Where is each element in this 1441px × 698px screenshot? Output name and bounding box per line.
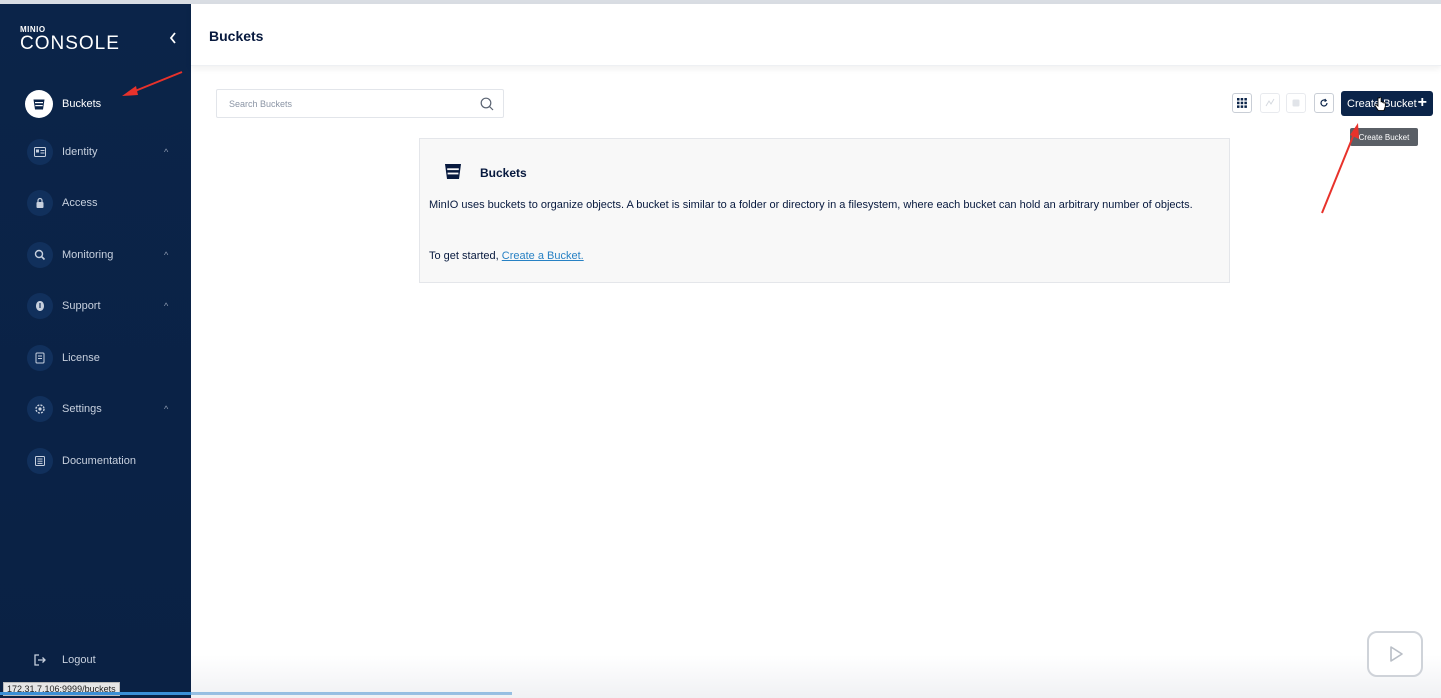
- create-bucket-tooltip: Create Bucket: [1350, 128, 1418, 146]
- help-get-started: To get started, Create a Bucket.: [429, 250, 584, 262]
- plus-icon: +: [1417, 94, 1427, 111]
- page-title: Buckets: [209, 28, 264, 44]
- create-bucket-link[interactable]: Create a Bucket.: [502, 250, 584, 262]
- search-box: [216, 89, 504, 118]
- create-bucket-button[interactable]: Create Bucket +: [1341, 91, 1433, 116]
- logo: MINIO CONSOLE: [20, 26, 120, 54]
- search-input[interactable]: [229, 96, 469, 112]
- sidebar-item-monitoring[interactable]: Monitoring ^: [0, 237, 191, 273]
- sidebar-item-label: Buckets: [62, 98, 102, 110]
- chevron-up-icon: ^: [164, 250, 169, 260]
- replication-icon: [1265, 98, 1275, 107]
- sidebar-item-support[interactable]: Support ^: [0, 288, 191, 324]
- refresh-icon: [1320, 98, 1328, 107]
- replication-button[interactable]: [1260, 93, 1280, 113]
- license-icon: [27, 345, 53, 371]
- bottom-fade: [191, 655, 1441, 698]
- sidebar-item-buckets[interactable]: Buckets: [0, 86, 191, 122]
- play-icon[interactable]: [1367, 631, 1423, 677]
- grid-icon: [1237, 98, 1247, 108]
- sidebar: MINIO CONSOLE Buckets Identity ^ Access …: [0, 4, 191, 698]
- buckets-help-box: Buckets MinIO uses buckets to organize o…: [419, 138, 1230, 283]
- sidebar-item-identity[interactable]: Identity ^: [0, 134, 191, 170]
- gear-icon: [27, 396, 53, 422]
- hand-cursor-icon: [1375, 97, 1386, 111]
- sidebar-item-access[interactable]: Access: [0, 185, 191, 221]
- bucket-icon: [25, 90, 53, 118]
- bucket-icon: [443, 161, 463, 181]
- sidebar-item-label: Monitoring: [62, 249, 114, 261]
- help-title: Buckets: [480, 166, 527, 180]
- support-icon: [27, 293, 53, 319]
- sidebar-item-label: Identity: [62, 146, 98, 158]
- chevron-up-icon: ^: [164, 404, 169, 414]
- refresh-button[interactable]: [1314, 93, 1334, 113]
- chevron-up-icon: ^: [164, 301, 169, 311]
- monitoring-icon: [27, 242, 53, 268]
- documentation-icon: [27, 448, 53, 474]
- lifecycle-icon: [1292, 99, 1300, 107]
- logo-big: CONSOLE: [20, 33, 120, 54]
- lifecycle-button[interactable]: [1286, 93, 1306, 113]
- sidebar-item-label: Settings: [62, 403, 102, 415]
- search-icon[interactable]: [479, 96, 495, 112]
- sidebar-item-license[interactable]: License: [0, 340, 191, 376]
- sidebar-item-label: Access: [62, 197, 98, 209]
- sidebar-item-settings[interactable]: Settings ^: [0, 391, 191, 427]
- header: Buckets: [191, 4, 1441, 66]
- help-text: MinIO uses buckets to organize objects. …: [429, 199, 1193, 211]
- logout-button[interactable]: Logout: [0, 642, 191, 678]
- sidebar-item-label: Support: [62, 300, 101, 312]
- chevron-up-icon: ^: [164, 147, 169, 157]
- logout-icon: [27, 647, 53, 673]
- grid-view-button[interactable]: [1232, 93, 1252, 113]
- logout-label: Logout: [62, 654, 96, 666]
- identity-icon: [27, 139, 53, 165]
- sidebar-item-documentation[interactable]: Documentation: [0, 443, 191, 479]
- get-started-prefix: To get started,: [429, 250, 502, 262]
- chevron-left-icon[interactable]: [166, 32, 180, 48]
- lock-icon: [27, 190, 53, 216]
- sidebar-item-label: Documentation: [62, 455, 136, 467]
- sidebar-item-label: License: [62, 352, 100, 364]
